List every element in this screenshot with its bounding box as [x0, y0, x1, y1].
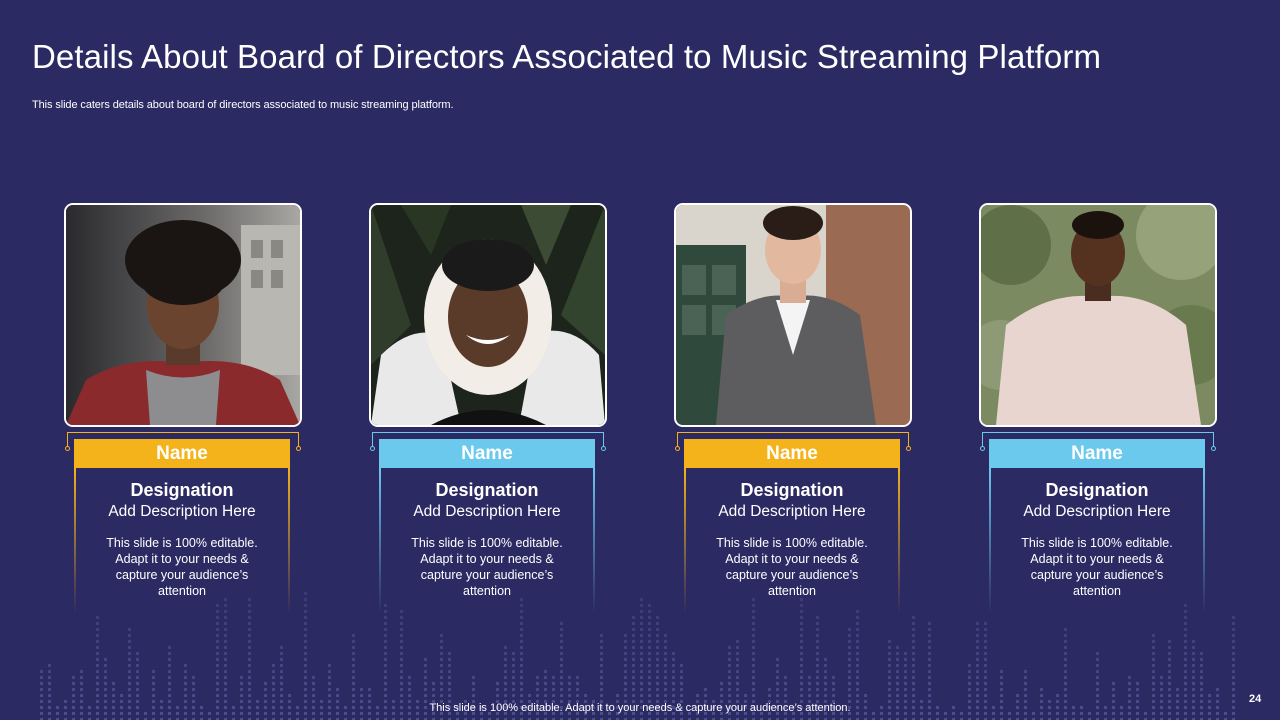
slide-title: Details About Board of Directors Associa… [32, 38, 1102, 75]
bracket-dot-left-1 [65, 446, 70, 451]
add-description-1: Add Description Here [108, 503, 256, 520]
designation-1: Designation [130, 480, 234, 500]
add-description-4: Add Description Here [1023, 503, 1171, 520]
bracket-dot-right-1 [296, 446, 301, 451]
add-description-2: Add Description Here [413, 503, 561, 520]
add-description-3: Add Description Here [718, 503, 866, 520]
bracket-dot-left-3 [675, 446, 680, 451]
name-bar-4: Name [989, 439, 1205, 468]
name-bar-3: Name [684, 439, 900, 468]
description-3: This slide is 100% editable. Adapt it to… [716, 536, 868, 598]
name-bar-1: Name [74, 439, 290, 468]
bracket-dot-left-4 [980, 446, 985, 451]
director-photo-1 [64, 203, 302, 427]
director-photo-2 [369, 203, 607, 427]
card-body-3: Designation Add Description Here This sl… [684, 468, 900, 613]
card-body-1: Designation Add Description Here This sl… [74, 468, 290, 613]
card-body-4: Designation Add Description Here This sl… [989, 468, 1205, 613]
director-card-1: Name Designation Add Description Here Th… [64, 203, 302, 613]
name-bar-2: Name [379, 439, 595, 468]
description-2: This slide is 100% editable. Adapt it to… [411, 536, 563, 598]
slide: Details About Board of Directors Associa… [0, 0, 1280, 720]
bracket-dot-left-2 [370, 446, 375, 451]
director-card-4: Name Designation Add Description Here Th… [979, 203, 1217, 613]
designation-3: Designation [740, 480, 844, 500]
director-card-2: Name Designation Add Description Here Th… [369, 203, 607, 613]
director-photo-4 [979, 203, 1217, 427]
card-body-2: Designation Add Description Here This sl… [379, 468, 595, 613]
slide-subtitle: This slide caters details about board of… [32, 99, 454, 111]
page-number: 24 [1249, 693, 1262, 705]
description-1: This slide is 100% editable. Adapt it to… [106, 536, 258, 598]
director-photo-3 [674, 203, 912, 427]
bracket-dot-right-3 [906, 446, 911, 451]
slide-footer: This slide is 100% editable. Adapt it to… [429, 702, 851, 714]
bracket-dot-right-4 [1211, 446, 1216, 451]
bracket-dot-right-2 [601, 446, 606, 451]
director-card-3: Name Designation Add Description Here Th… [674, 203, 912, 613]
designation-2: Designation [435, 480, 539, 500]
description-4: This slide is 100% editable. Adapt it to… [1021, 536, 1173, 598]
designation-4: Designation [1045, 480, 1149, 500]
